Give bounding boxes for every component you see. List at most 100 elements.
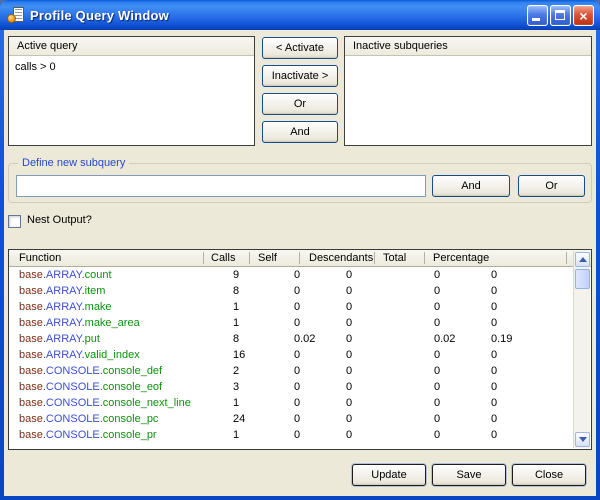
or-button[interactable]: Or: [262, 93, 338, 115]
maximize-icon: [555, 10, 565, 20]
minimize-button[interactable]: [527, 5, 548, 26]
close-dialog-button[interactable]: Close: [512, 464, 586, 486]
cell-value: 0: [434, 365, 440, 377]
table-row[interactable]: base.ARRAY.valid_index160000: [9, 348, 573, 364]
cell-value: 2: [233, 365, 239, 377]
table-row[interactable]: base.ARRAY.item80000: [9, 284, 573, 300]
cell-value: 0: [346, 301, 352, 313]
cell-value: 0: [491, 317, 497, 329]
activate-button[interactable]: < Activate: [262, 37, 338, 59]
cell-value: 0: [294, 365, 300, 377]
table-row[interactable]: base.CONSOLE.console_eof30000: [9, 380, 573, 396]
close-icon: ×: [574, 6, 593, 25]
column-header-descendants[interactable]: Descendants: [309, 252, 373, 264]
minimize-icon: [532, 18, 540, 21]
nest-output-label[interactable]: Nest Output?: [27, 214, 92, 226]
inactive-subqueries-header: Inactive subqueries: [345, 37, 591, 56]
function-name: base.ARRAY.make: [19, 301, 112, 313]
table-rows: base.ARRAY.count90000base.ARRAY.item8000…: [9, 268, 573, 449]
scroll-up-icon: [579, 257, 587, 262]
cell-value: 0: [294, 317, 300, 329]
function-name: base.CONSOLE.console_eof: [19, 381, 162, 393]
inactivate-button[interactable]: Inactivate >: [262, 65, 338, 87]
cell-value: 0.19: [491, 333, 512, 345]
cell-value: 0: [434, 413, 440, 425]
cell-value: 0: [294, 269, 300, 281]
cell-value: 0: [434, 301, 440, 313]
cell-value: 1: [233, 397, 239, 409]
cell-value: 0: [346, 317, 352, 329]
cell-value: 16: [233, 349, 245, 361]
update-button[interactable]: Update: [352, 464, 426, 486]
cell-value: 0: [346, 429, 352, 441]
column-header-self[interactable]: Self: [258, 252, 277, 264]
table-row[interactable]: base.ARRAY.count90000: [9, 268, 573, 284]
define-subquery-label: Define new subquery: [18, 157, 129, 169]
inactive-subqueries-panel[interactable]: Inactive subqueries: [344, 36, 592, 146]
cell-value: 0: [491, 365, 497, 377]
table-header: Function Calls Self Descendants Total Percent…: [9, 250, 591, 267]
profile-results-table: Function Calls Self Descendants Total Percent…: [8, 249, 592, 450]
title-bar[interactable]: Profile Query Window ×: [0, 0, 600, 30]
table-row[interactable]: base.CONSOLE.console_pr10000: [9, 428, 573, 444]
cell-value: 0: [434, 349, 440, 361]
cell-value: 0: [294, 413, 300, 425]
cell-value: 0: [294, 285, 300, 297]
active-query-header: Active query: [9, 37, 254, 56]
subquery-or-button[interactable]: Or: [518, 175, 585, 197]
cell-value: 0: [346, 365, 352, 377]
cell-value: 0: [491, 429, 497, 441]
maximize-button[interactable]: [550, 5, 571, 26]
profile-window-icon: [7, 7, 24, 24]
column-header-total[interactable]: Total: [383, 252, 406, 264]
cell-value: 0: [491, 381, 497, 393]
cell-value: 0: [434, 269, 440, 281]
column-header-calls[interactable]: Calls: [211, 252, 235, 264]
scroll-down-button[interactable]: [575, 432, 590, 447]
cell-value: 0: [434, 429, 440, 441]
function-name: base.ARRAY.valid_index: [19, 349, 140, 361]
column-separator: [424, 252, 425, 264]
column-separator: [249, 252, 250, 264]
cell-value: 8: [233, 285, 239, 297]
cell-value: 0: [434, 397, 440, 409]
table-scrollbar[interactable]: [573, 251, 590, 448]
inactive-subqueries-list[interactable]: [345, 56, 591, 62]
function-name: base.ARRAY.make_area: [19, 317, 140, 329]
column-separator: [374, 252, 375, 264]
cell-value: 0: [491, 349, 497, 361]
table-row[interactable]: base.ARRAY.put80.0200.020.19: [9, 332, 573, 348]
cell-value: 1: [233, 429, 239, 441]
cell-value: 0: [434, 381, 440, 393]
cell-value: 0: [346, 413, 352, 425]
column-header-percentage[interactable]: Percentage: [433, 252, 489, 264]
cell-value: 0: [294, 349, 300, 361]
query-item[interactable]: calls > 0: [9, 59, 254, 74]
and-button[interactable]: And: [262, 121, 338, 143]
close-button[interactable]: ×: [573, 5, 594, 26]
function-name: base.CONSOLE.console_pc: [19, 413, 158, 425]
cell-value: 0: [491, 397, 497, 409]
active-query-panel[interactable]: Active query calls > 0: [8, 36, 255, 146]
cell-value: 0: [294, 397, 300, 409]
subquery-and-button[interactable]: And: [432, 175, 510, 197]
subquery-input[interactable]: [16, 175, 426, 197]
active-query-list[interactable]: calls > 0: [9, 56, 254, 77]
column-separator: [566, 252, 567, 264]
scroll-up-button[interactable]: [575, 252, 590, 267]
cell-value: 9: [233, 269, 239, 281]
table-row[interactable]: base.CONSOLE.console_pc 24 0 0 0 0: [9, 412, 573, 428]
nest-output-checkbox[interactable]: [8, 215, 21, 228]
column-header-function[interactable]: Function: [19, 252, 61, 264]
table-row[interactable]: base.CONSOLE.console_next_line10000: [9, 396, 573, 412]
table-row[interactable]: base.ARRAY.make10000: [9, 300, 573, 316]
save-button[interactable]: Save: [432, 464, 506, 486]
cell-value: 1: [233, 301, 239, 313]
table-row[interactable]: base.ARRAY.make_area10000: [9, 316, 573, 332]
table-row[interactable]: base.CONSOLE.console_def20000: [9, 364, 573, 380]
cell-value: 24: [233, 413, 245, 425]
cell-value: 0: [294, 429, 300, 441]
cell-value: 0: [491, 413, 497, 425]
scrollbar-thumb[interactable]: [575, 269, 590, 289]
cell-value: 0: [346, 397, 352, 409]
